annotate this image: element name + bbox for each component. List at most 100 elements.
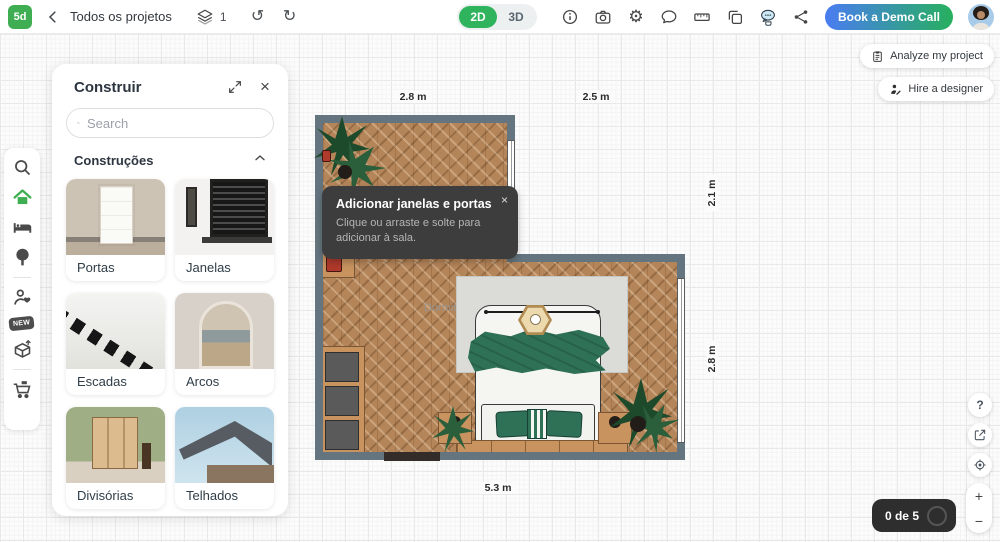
furniture-bed-icon[interactable] xyxy=(12,217,33,238)
info-icon[interactable] xyxy=(561,8,579,26)
light-bar-end xyxy=(484,310,488,314)
close-panel-icon[interactable]: × xyxy=(256,78,274,96)
layers-icon[interactable] xyxy=(196,8,214,26)
window-right[interactable] xyxy=(677,278,685,443)
export-button[interactable] xyxy=(968,423,992,447)
layers-count: 1 xyxy=(219,9,227,24)
book-demo-button[interactable]: Book a Demo Call xyxy=(824,4,953,30)
share-icon[interactable] xyxy=(792,8,810,26)
dimension-label: 2.8 m xyxy=(706,340,718,378)
clipboard-icon xyxy=(873,50,882,62)
search-icon xyxy=(77,121,80,125)
toggle-3d[interactable]: 3D xyxy=(497,6,535,28)
category-card-janelas[interactable]: Janelas xyxy=(175,179,274,281)
breadcrumb[interactable]: Todos os projetos xyxy=(70,9,172,24)
janelas-thumbnail xyxy=(175,179,274,255)
help-button[interactable]: ? xyxy=(968,393,992,417)
wall-bottom[interactable] xyxy=(315,452,685,460)
export-icon xyxy=(974,429,986,441)
plant-pot xyxy=(630,416,646,432)
progress-ring xyxy=(927,505,947,526)
dimension-label: 2.1 m xyxy=(706,174,718,212)
category-label: Portas xyxy=(77,260,115,275)
panel-search[interactable] xyxy=(66,108,274,138)
chat-bubble-icon[interactable] xyxy=(660,8,678,26)
close-icon[interactable]: × xyxy=(501,193,508,207)
zoom-out-button[interactable]: − xyxy=(966,508,992,533)
dimension-label: 2.5 m xyxy=(577,91,615,103)
category-card-portas[interactable]: Portas xyxy=(66,179,165,281)
escadas-thumbnail xyxy=(66,293,165,369)
light-bar-end xyxy=(596,310,600,314)
designer-icon xyxy=(891,84,902,95)
build-home-icon[interactable] xyxy=(12,187,33,208)
shelf-deco xyxy=(322,150,331,162)
chevron-up-icon[interactable] xyxy=(252,150,268,171)
section-header[interactable]: Construções xyxy=(74,150,268,171)
tool-rail: NEW xyxy=(4,148,40,430)
panel-title: Construir xyxy=(74,78,142,96)
topbar-actions: ⚙ Book a Demo Call xyxy=(561,0,994,34)
ruler-icon[interactable] xyxy=(693,8,711,26)
wall-left[interactable] xyxy=(315,115,323,460)
category-label: Escadas xyxy=(77,374,127,389)
planner5d-logo[interactable]: 5d xyxy=(8,4,32,29)
search-input[interactable] xyxy=(87,115,263,131)
usage-counter[interactable]: 0 de 5 xyxy=(871,499,956,532)
pillow xyxy=(545,410,583,438)
redo-icon[interactable]: ↻ xyxy=(281,8,299,26)
door[interactable] xyxy=(384,452,440,461)
section-title: Construções xyxy=(74,153,154,168)
avatar[interactable] xyxy=(968,4,994,30)
zoom-controls: + − xyxy=(966,483,992,533)
expand-panel-icon[interactable] xyxy=(226,78,244,96)
cart-icon[interactable] xyxy=(12,379,33,400)
people-icon[interactable] xyxy=(12,287,33,308)
new-feature-badge[interactable]: NEW xyxy=(8,315,36,332)
category-grid: Portas Janelas Escadas Arcos Divisórias … xyxy=(66,179,274,509)
category-label: Divisórias xyxy=(77,488,134,503)
telhados-thumbnail xyxy=(175,407,274,483)
divisorias-thumbnail xyxy=(66,407,165,483)
undo-icon[interactable]: ↺ xyxy=(249,8,267,26)
pendant-lamp-bulb xyxy=(530,314,541,325)
hire-designer-button[interactable]: Hire a designer xyxy=(878,77,994,101)
topbar: 5d Todos os projetos 1 ↺ ↻ 2D 3D ⚙ Book … xyxy=(0,0,1000,34)
analyze-project-button[interactable]: Analyze my project xyxy=(860,44,994,68)
build-panel: Construir × Construções Portas Janelas xyxy=(52,64,288,516)
zoom-in-button[interactable]: + xyxy=(966,483,992,508)
objects-cube-icon[interactable] xyxy=(12,339,33,360)
dimension-label: 5.3 m xyxy=(479,482,517,494)
category-card-telhados[interactable]: Telhados xyxy=(175,407,274,509)
bed-runner xyxy=(527,409,547,439)
search-icon[interactable] xyxy=(12,157,33,178)
category-card-arcos[interactable]: Arcos xyxy=(175,293,274,395)
avatar-body xyxy=(972,23,990,30)
snapshot-camera-icon[interactable] xyxy=(594,8,612,26)
divider xyxy=(13,369,31,370)
target-icon xyxy=(974,459,986,471)
wall-step[interactable] xyxy=(507,254,685,262)
back-button[interactable] xyxy=(44,8,62,26)
toggle-2d[interactable]: 2D xyxy=(459,6,497,28)
plant-pot xyxy=(338,165,352,179)
settings-gear-icon[interactable]: ⚙ xyxy=(627,8,645,26)
tooltip-body: Clique ou arraste e solte para adicionar… xyxy=(336,217,481,245)
center-view-button[interactable] xyxy=(968,453,992,477)
panel-header: Construir × xyxy=(66,78,274,96)
ai-assistant-icon[interactable] xyxy=(759,8,777,26)
category-card-divisorias[interactable]: Divisórias xyxy=(66,407,165,509)
plants-tree-icon[interactable] xyxy=(12,247,33,268)
copy-icon[interactable] xyxy=(726,8,744,26)
category-card-escadas[interactable]: Escadas xyxy=(66,293,165,395)
avatar-face xyxy=(977,11,985,19)
category-label: Janelas xyxy=(186,260,231,275)
onboarding-tooltip: Adicionar janelas e portas Clique ou arr… xyxy=(322,186,518,259)
pillow xyxy=(495,410,531,438)
wardrobe-panel xyxy=(325,386,359,416)
arcos-thumbnail xyxy=(175,293,274,369)
dimension-label: 2.8 m xyxy=(394,91,432,103)
planner-app: Dormitório 2.8 m 2.5 m 2.1 m 2.8 m 5.3 m… xyxy=(0,0,1000,542)
wall-top[interactable] xyxy=(315,115,515,123)
tooltip-title: Adicionar janelas e portas xyxy=(336,197,492,211)
